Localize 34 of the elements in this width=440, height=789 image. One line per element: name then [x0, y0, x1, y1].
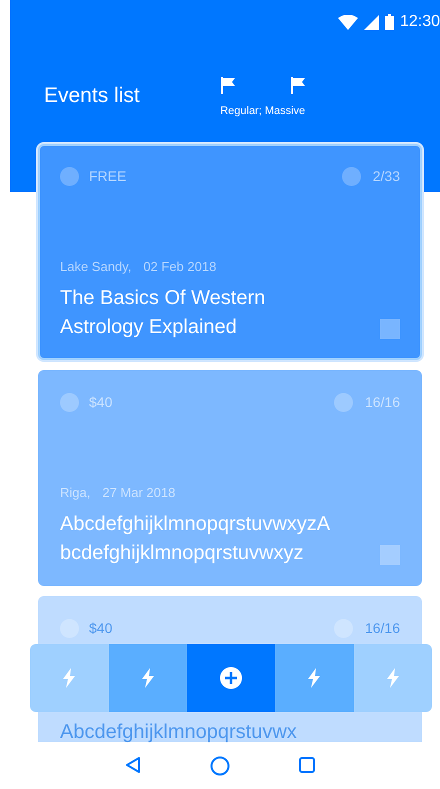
- lightning-icon: [62, 668, 76, 688]
- event-place: Lake Sandy,: [60, 258, 132, 276]
- event-price: $40: [89, 618, 112, 638]
- event-title: The Basics Of Western Astrology Explained: [60, 286, 266, 340]
- checkbox[interactable]: [380, 319, 400, 339]
- checkbox[interactable]: [380, 545, 400, 565]
- wifi-icon: [338, 14, 358, 30]
- filter-caption: Regular; Massive: [220, 104, 306, 119]
- lightning-icon: [140, 668, 155, 688]
- page-title: Events list: [44, 83, 140, 109]
- event-price: $40: [89, 392, 112, 412]
- event-card[interactable]: $40 16/16 Riga, 27 Mar 2018 AbcdefghijklmnopqrstuvwxyzAbcdefghijklmnopqrstuvwxyz: [38, 370, 422, 586]
- seats-count: 16/16: [364, 618, 400, 638]
- event-price: FREE: [89, 166, 126, 186]
- back-icon[interactable]: [124, 756, 142, 774]
- flag-icon[interactable]: [288, 76, 307, 94]
- lightning-icon: [386, 668, 400, 688]
- add-icon: [220, 667, 242, 689]
- signal-icon: [364, 14, 379, 30]
- flag-icon[interactable]: [218, 76, 237, 94]
- event-place: Riga,: [60, 484, 90, 502]
- event-card[interactable]: FREE 2/33 Lake Sandy, 02 Feb 2018 The Basics Of Western Astrology Explained: [38, 144, 422, 360]
- status-time: 12:30: [400, 12, 440, 32]
- recents-icon[interactable]: [298, 756, 316, 774]
- event-title: AbcdefghijklmnopqrstuvwxyzAbcdefghijklmnopqrstuvwxyz: [60, 512, 332, 566]
- lightning-icon: [307, 668, 322, 688]
- seats-count: 16/16: [364, 392, 400, 412]
- event-date: 27 Mar 2018: [102, 484, 176, 502]
- add-tab[interactable]: [187, 644, 275, 712]
- home-icon[interactable]: [210, 756, 230, 776]
- event-date: 02 Feb 2018: [143, 258, 216, 276]
- battery-icon: [384, 14, 394, 30]
- event-title: Abcdefghijklmnopqrstuvwx: [60, 721, 297, 743]
- seats-count: 2/33: [372, 166, 400, 186]
